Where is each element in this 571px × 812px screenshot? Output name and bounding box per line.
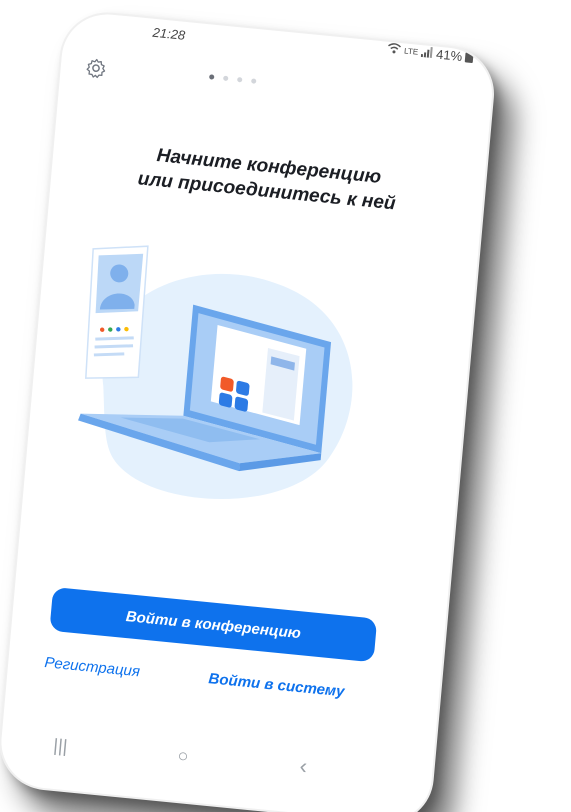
- onboarding-pager: [209, 74, 257, 84]
- wifi-icon: [386, 42, 401, 58]
- video-meeting-illustration: [53, 233, 387, 531]
- join-meeting-button[interactable]: Войти в конференцию: [49, 586, 378, 663]
- battery-icon: [464, 51, 474, 63]
- settings-gear-icon[interactable]: [84, 56, 108, 80]
- pager-dot-3[interactable]: [237, 77, 243, 83]
- pager-dot-4[interactable]: [251, 78, 257, 84]
- nav-back-icon[interactable]: ‹: [299, 753, 309, 779]
- nav-home-icon[interactable]: ○: [177, 745, 190, 767]
- onboarding-headline: Начните конференцию или присоединитесь к…: [61, 134, 475, 224]
- pager-dot-1[interactable]: [209, 74, 215, 80]
- signal-icon: [420, 45, 433, 61]
- nav-recent-apps-icon[interactable]: |||: [52, 735, 69, 757]
- sign-in-link[interactable]: Войти в систему: [208, 670, 345, 700]
- screenshot-stage: 21:28 LTE 41% Начните конференцию или пр…: [0, 0, 571, 812]
- battery-percent: 41%: [435, 46, 463, 64]
- network-label: LTE: [403, 46, 419, 57]
- pager-dot-2[interactable]: [223, 75, 229, 82]
- phone-screen: 21:28 LTE 41% Начните конференцию или пр…: [0, 8, 499, 812]
- status-time: 21:28: [151, 24, 186, 43]
- status-bar: 21:28 LTE 41%: [64, 14, 496, 78]
- register-link[interactable]: Регистрация: [44, 654, 141, 680]
- status-indicators: LTE 41%: [386, 42, 474, 65]
